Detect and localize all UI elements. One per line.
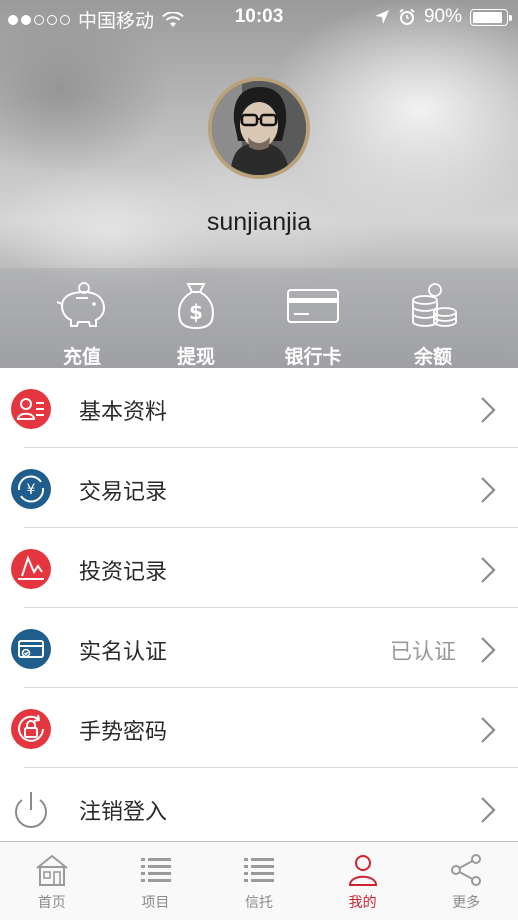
bank-card-icon (287, 289, 339, 323)
verification-status: 已认证 (389, 640, 456, 665)
location-arrow-icon (374, 10, 389, 24)
menu-item-label: 交易记录 (79, 480, 168, 505)
shortcut-balance[interactable]: 余额 (378, 272, 488, 368)
battery-icon (470, 8, 512, 26)
chevron-right-icon (481, 797, 496, 823)
coins-icon (412, 283, 457, 327)
chevron-right-icon (481, 477, 496, 503)
tab-label: 首页 (37, 895, 66, 911)
menu-item-label: 注销登入 (79, 800, 168, 825)
tab-home[interactable]: 首页 (0, 842, 104, 920)
menu-item-basic-info[interactable]: 基本资料 (0, 368, 518, 448)
shortcut-recharge-label: 充值 (62, 346, 101, 368)
investment-icon (11, 549, 51, 589)
shortcut-withdraw[interactable]: $ 提现 (141, 272, 251, 368)
menu-item-label: 手势密码 (79, 720, 168, 745)
profile-header: 中国移动 10:03 90% sunjianjia 充值 $ 提现 银行卡 余额 (0, 0, 518, 368)
menu-item-label: 投资记录 (79, 560, 168, 585)
tab-projects[interactable]: 项目 (104, 842, 208, 920)
shortcut-recharge[interactable]: 充值 (27, 272, 137, 368)
yuan-exchange-icon: ¥ (11, 469, 51, 509)
tab-more[interactable]: 更多 (414, 842, 518, 920)
gesture-lock-icon (11, 709, 51, 749)
tab-mine[interactable]: 我的 (311, 842, 415, 920)
tab-bar: 首页 项目 信托 我的 更多 (0, 841, 518, 920)
menu-item-logout[interactable]: 注销登入 (0, 768, 518, 848)
chevron-right-icon (481, 557, 496, 583)
menu-item-label: 实名认证 (79, 640, 168, 665)
tab-label: 更多 (452, 895, 481, 911)
avatar-photo (212, 81, 306, 175)
id-card-icon (11, 629, 51, 669)
piggy-bank-icon (56, 282, 106, 327)
menu-item-transactions[interactable]: ¥ 交易记录 (0, 448, 518, 528)
status-right: 90% (374, 6, 512, 28)
chevron-right-icon (481, 637, 496, 663)
tab-label: 项目 (141, 895, 170, 911)
home-icon (36, 854, 68, 886)
tab-trust[interactable]: 信托 (207, 842, 311, 920)
list-icon (244, 858, 275, 882)
menu-item-gesture-password[interactable]: 手势密码 (0, 688, 518, 768)
shortcut-bank-card[interactable]: 银行卡 (258, 272, 368, 368)
power-icon (15, 792, 47, 828)
chevron-right-icon (481, 717, 496, 743)
person-icon (348, 855, 377, 886)
avatar[interactable] (208, 77, 310, 179)
svg-text:$: $ (189, 300, 203, 324)
menu-item-investments[interactable]: 投资记录 (0, 528, 518, 608)
tab-label: 我的 (348, 895, 377, 911)
alarm-icon (399, 8, 415, 25)
battery-percent: 90% (423, 6, 462, 27)
chevron-right-icon (481, 397, 496, 423)
tab-label: 信托 (244, 895, 273, 911)
status-bar: 中国移动 10:03 90% (0, 0, 518, 34)
menu-item-identity-verification[interactable]: 实名认证 已认证 (0, 608, 518, 688)
username: sunjianjia (206, 208, 312, 236)
svg-text:¥: ¥ (27, 482, 36, 498)
shortcut-withdraw-label: 提现 (176, 346, 215, 368)
shortcut-bank-card-label: 银行卡 (284, 346, 342, 368)
share-icon (451, 854, 482, 886)
list-icon (140, 858, 171, 882)
menu-item-label: 基本资料 (79, 400, 168, 425)
shortcut-balance-label: 余额 (413, 346, 452, 368)
profile-card-icon (11, 389, 51, 429)
money-bag-icon: $ (178, 283, 214, 330)
